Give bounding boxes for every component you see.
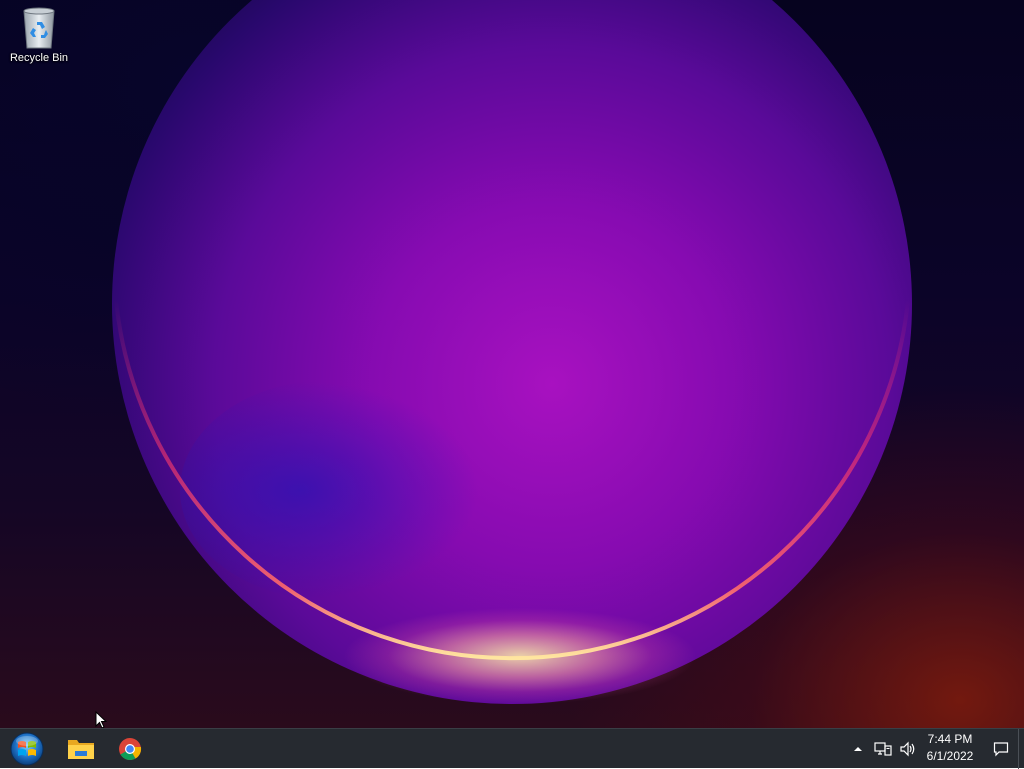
- desktop-icon-recycle-bin[interactable]: Recycle Bin: [4, 6, 74, 78]
- chevron-up-icon: [854, 747, 862, 751]
- taskbar-clock[interactable]: 7:44 PM 6/1/2022: [920, 731, 980, 767]
- start-button[interactable]: [6, 730, 48, 768]
- taskbar-chrome-button[interactable]: [110, 731, 150, 767]
- clock-time: 7:44 PM: [927, 732, 973, 746]
- wallpaper-arc: [114, 299, 910, 661]
- action-center-button[interactable]: [990, 729, 1012, 769]
- desktop-icon-label: Recycle Bin: [9, 52, 69, 64]
- mouse-cursor-icon: [95, 711, 108, 728]
- show-desktop-button[interactable]: [1018, 729, 1024, 769]
- network-icon: [874, 742, 892, 756]
- action-center-icon: [993, 742, 1009, 757]
- taskbar-file-explorer-button[interactable]: [61, 731, 101, 767]
- recycle-bin-icon: [19, 6, 59, 50]
- clock-date: 6/1/2022: [926, 749, 974, 763]
- tray-network-button[interactable]: [872, 729, 894, 769]
- tray-volume-button[interactable]: [897, 729, 919, 769]
- tray-overflow-button[interactable]: [850, 729, 866, 769]
- desktop-background: Recycle Bin: [0, 0, 1024, 728]
- file-explorer-icon: [68, 740, 94, 759]
- volume-icon: [900, 741, 915, 757]
- taskbar: 7:44 PM 6/1/2022: [0, 728, 1024, 769]
- chrome-icon: [119, 738, 142, 760]
- windows-start-icon: [10, 732, 44, 766]
